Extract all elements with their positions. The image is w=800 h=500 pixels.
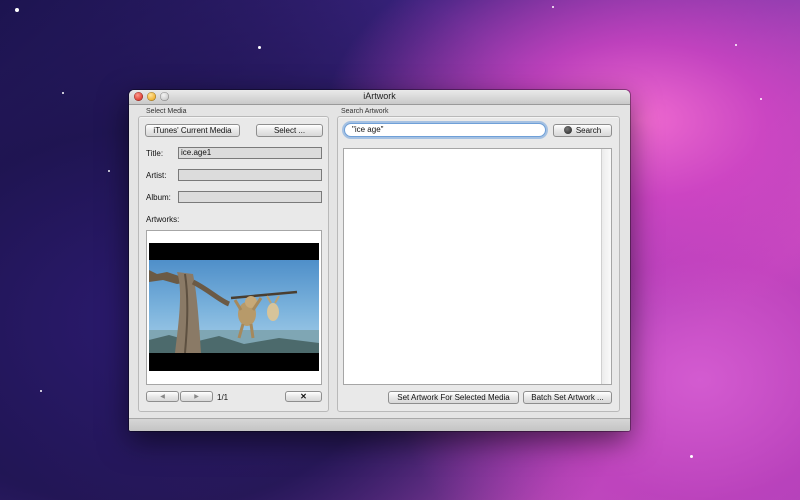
album-label: Album: [146,193,171,202]
set-artwork-for-selected-media-button[interactable]: Set Artwork For Selected Media [388,391,519,404]
star [15,8,19,12]
close-icon: ✕ [300,392,307,401]
title-label: Title: [146,149,164,158]
next-artwork-button[interactable]: ▶ [180,391,213,402]
search-globe-icon [563,126,572,134]
prev-arrow-icon: ◀ [160,394,165,400]
search-button[interactable]: Search [553,124,612,137]
window-bottom-bar [129,418,630,431]
remove-artwork-button[interactable]: ✕ [285,391,322,402]
star [690,455,693,458]
search-input[interactable]: "ice age" [344,123,546,137]
star [62,92,64,94]
star [258,46,261,49]
star [760,98,762,100]
artwork-image [149,243,319,371]
star [735,44,737,46]
batch-set-artwork-button[interactable]: Batch Set Artwork ... [523,391,612,404]
window-title: iArtwork [363,91,396,101]
previous-artwork-button[interactable]: ◀ [146,391,179,402]
artist-label: Artist: [146,171,167,180]
star [108,170,110,172]
search-artwork-label: Search Artwork [341,108,389,115]
search-button-label: Search [575,126,602,135]
star [40,390,42,392]
album-field[interactable] [178,191,322,203]
ice-age-scene-illustration [149,270,319,353]
artworks-label: Artworks: [146,215,180,224]
app-window: iArtwork Select Media iTunes' Current Me… [129,90,630,431]
title-bar[interactable]: iArtwork [129,90,630,105]
next-arrow-icon: ▶ [194,394,199,400]
itunes-current-media-button[interactable]: iTunes' Current Media [145,124,240,137]
star [552,6,554,8]
select-media-button[interactable]: Select ... [256,124,323,137]
results-scrollbar[interactable] [601,149,611,384]
title-field[interactable]: ice.age1 [178,147,322,159]
search-results-list[interactable] [343,148,612,385]
artist-field[interactable] [178,169,322,181]
artwork-page-indicator: 1/1 [217,393,229,402]
select-media-label: Select Media [146,108,187,115]
